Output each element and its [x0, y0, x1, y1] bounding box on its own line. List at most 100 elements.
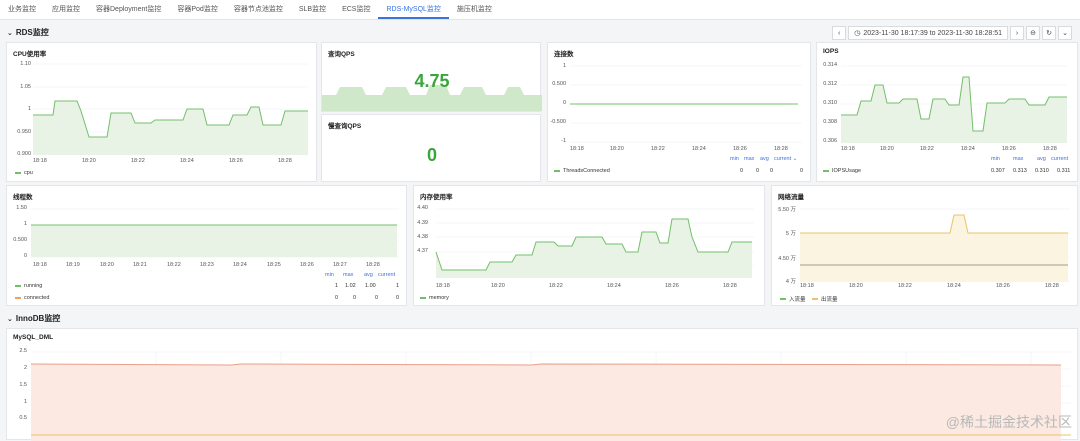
x-tick: 18:22	[131, 158, 145, 164]
x-tick: 18:22	[651, 146, 665, 152]
time-controls: ‹ ◷2023-11-30 18:17:39 to 2023-11-30 18:…	[832, 26, 1072, 40]
legend-outbound[interactable]: 出流量	[812, 295, 838, 303]
x-tick: 18:21	[133, 262, 147, 268]
tab-deployment[interactable]: 容器Deployment监控	[88, 0, 169, 19]
tab-pod[interactable]: 容器Pod监控	[169, 0, 225, 19]
chevron-left-icon[interactable]: ‹	[832, 26, 846, 40]
x-tick: 18:28	[774, 146, 788, 152]
qps-value: 4.75	[322, 71, 542, 92]
x-tick: 18:28	[723, 283, 737, 289]
x-tick: 18:19	[66, 262, 80, 268]
panel-title: CPU使用率	[13, 48, 46, 58]
y-tick: 4.39	[414, 220, 428, 226]
time-range-picker[interactable]: ◷2023-11-30 18:17:39 to 2023-11-30 18:28…	[848, 26, 1008, 40]
memory-area	[436, 219, 752, 278]
stat-head-max[interactable]: max	[1013, 156, 1023, 162]
stat-head-min[interactable]: min	[325, 272, 334, 278]
y-tick: 1	[548, 63, 566, 69]
clock-icon: ◷	[854, 29, 860, 37]
y-tick: 0	[548, 100, 566, 106]
refresh-icon[interactable]: ↻	[1042, 26, 1056, 40]
y-tick: 0.950	[9, 129, 31, 135]
legend-running[interactable]: running	[15, 283, 42, 289]
x-tick: 18:23	[200, 262, 214, 268]
x-tick: 18:18	[33, 158, 47, 164]
x-tick: 18:18	[33, 262, 47, 268]
stat-max: 0.313	[1013, 168, 1027, 174]
panel-title: 网络流量	[778, 191, 804, 201]
stat-head-avg[interactable]: avg	[1037, 156, 1046, 162]
panel-mysql-dml: MySQL_DML 2.5 2 1.5 1 0.5	[6, 328, 1078, 440]
y-tick: 5.50 万	[772, 205, 796, 213]
tab-ecs[interactable]: ECS监控	[334, 0, 378, 19]
row-rds-title[interactable]: ⌄RDS监控	[7, 27, 49, 38]
legend-cpu[interactable]: cpu	[15, 170, 33, 176]
stat-avg: 0	[770, 168, 773, 174]
x-tick: 18:26	[733, 146, 747, 152]
stat-current: 0	[800, 168, 803, 174]
stat-head-max[interactable]: max	[744, 156, 754, 162]
x-tick: 18:25	[267, 262, 281, 268]
legend-connected[interactable]: connected	[15, 295, 49, 301]
panel-title: 连接数	[554, 48, 574, 58]
x-tick: 18:22	[898, 283, 912, 289]
chevron-right-icon[interactable]: ›	[1010, 26, 1024, 40]
watermark: @稀土掘金技术社区	[946, 412, 1072, 432]
panel-connections: 连接数 1 0.500 0 -0.500 -1 18:18 18:20 18:2…	[547, 42, 811, 182]
stat-avg: 1.00	[365, 283, 376, 289]
legend-iops-usage[interactable]: IOPSUsage	[823, 168, 861, 174]
legend-memory[interactable]: memory	[420, 295, 449, 301]
iops-chart	[841, 65, 1067, 143]
stat-current: 1	[396, 283, 399, 289]
x-tick: 18:18	[841, 146, 855, 152]
stat-head-avg[interactable]: avg	[760, 156, 769, 162]
stat-current: 0	[396, 295, 399, 301]
stat-head-current[interactable]: current	[378, 272, 395, 278]
y-tick: 1	[9, 106, 31, 112]
x-tick: 18:20	[82, 158, 96, 164]
zoom-out-icon[interactable]: ⊖	[1026, 26, 1040, 40]
y-tick: 4 万	[772, 277, 796, 285]
stat-head-current[interactable]: current	[1051, 156, 1068, 162]
y-tick: 5 万	[772, 229, 796, 237]
x-tick: 18:20	[100, 262, 114, 268]
tab-business[interactable]: 业务监控	[0, 0, 44, 19]
legend-threads-connected[interactable]: ThreadsConnected	[554, 168, 610, 174]
x-tick: 18:26	[300, 262, 314, 268]
stat-max: 0	[756, 168, 759, 174]
x-tick: 18:28	[278, 158, 292, 164]
y-tick: 1.05	[9, 84, 31, 90]
y-tick: 4.40	[414, 205, 428, 211]
panel-title: 内存使用率	[420, 191, 453, 201]
stat-head-max[interactable]: max	[343, 272, 353, 278]
tab-app[interactable]: 应用监控	[44, 0, 88, 19]
x-tick: 18:24	[180, 158, 194, 164]
connections-chart	[570, 65, 802, 143]
panel-title: 线程数	[13, 191, 33, 201]
tab-slb[interactable]: SLB监控	[291, 0, 334, 19]
stat-head-min[interactable]: min	[730, 156, 739, 162]
dml-area	[31, 364, 1061, 441]
legend-inbound[interactable]: 入流量	[780, 295, 806, 303]
stat-max: 0	[353, 295, 356, 301]
stat-head-min[interactable]: min	[991, 156, 1000, 162]
network-chart	[800, 208, 1070, 282]
y-tick: 0.5	[9, 415, 27, 421]
y-tick: 1.5	[9, 382, 27, 388]
x-tick: 18:20	[610, 146, 624, 152]
panel-network: 网络流量 5.50 万 5 万 4.50 万 4 万 18:18 18:20 1…	[771, 185, 1078, 306]
row-innodb-title[interactable]: ⌄InnoDB监控	[7, 313, 60, 324]
stat-head-current[interactable]: current ⌄	[774, 156, 797, 162]
stat-head-avg[interactable]: avg	[364, 272, 373, 278]
tab-nodepool[interactable]: 容器节点池监控	[226, 0, 291, 19]
tab-pressure[interactable]: 施压机监控	[449, 0, 500, 19]
slow-qps-value: 0	[322, 145, 542, 166]
x-tick: 18:22	[549, 283, 563, 289]
stat-current: 0.311	[1057, 168, 1070, 174]
tab-rds-mysql[interactable]: RDS-MySQL监控	[378, 0, 448, 19]
chevron-down-icon[interactable]: ⌄	[1058, 26, 1072, 40]
x-tick: 18:28	[366, 262, 380, 268]
y-tick: 0.312	[817, 81, 837, 87]
outbound-line	[800, 215, 1068, 233]
y-tick: 1	[9, 221, 27, 227]
